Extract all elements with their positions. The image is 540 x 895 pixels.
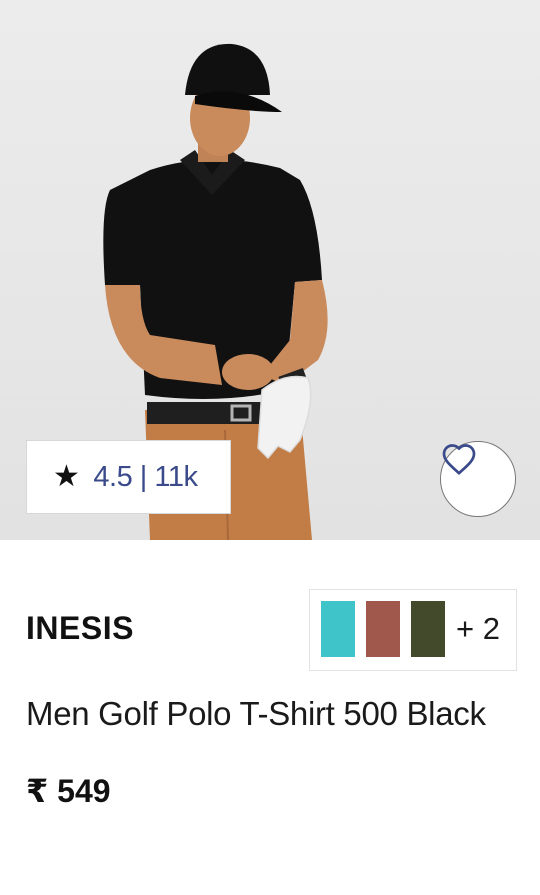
color-swatch-brown[interactable] [366, 601, 400, 657]
product-image[interactable]: ★ 4.5 | 11k [0, 0, 540, 540]
rating-badge[interactable]: ★ 4.5 | 11k [26, 440, 231, 514]
product-card[interactable]: ★ 4.5 | 11k INESIS + 2 Men Golf Polo T-S… [0, 0, 540, 895]
wishlist-button[interactable] [440, 441, 516, 517]
color-swatches[interactable]: + 2 [309, 589, 517, 671]
color-swatch-teal[interactable] [321, 601, 355, 657]
brand-name: INESIS [26, 610, 134, 646]
product-title[interactable]: Men Golf Polo T-Shirt 500 Black [26, 695, 486, 733]
heart-outline-icon [442, 444, 476, 475]
more-colors-count[interactable]: + 2 [456, 611, 500, 647]
rating-text: 4.5 | 11k [93, 460, 198, 493]
star-icon: ★ [53, 460, 80, 493]
price: ₹ 549 [26, 773, 111, 809]
color-swatch-olive[interactable] [411, 601, 445, 657]
